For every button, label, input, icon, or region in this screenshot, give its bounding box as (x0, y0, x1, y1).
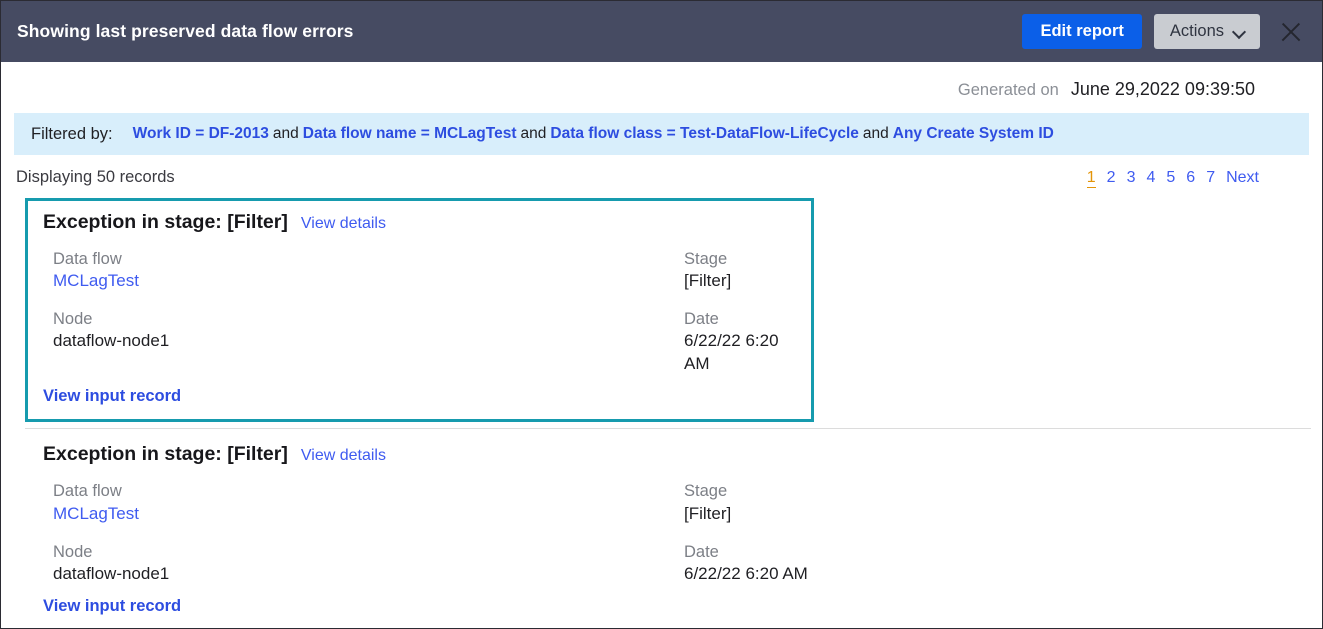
pagination-next[interactable]: Next (1226, 169, 1259, 187)
filter-separator: and (862, 125, 889, 142)
view-input-record-link[interactable]: View input record (43, 387, 181, 405)
filter-terms: Work ID = DF-2013 and Data flow name = MCL… (133, 125, 1054, 143)
data-flow-value-link[interactable]: MCLagTest (53, 504, 139, 523)
stage-value: [Filter] (684, 503, 732, 523)
error-card-footer: View input record (41, 597, 1291, 616)
field-node: Node dataflow-node1 (41, 541, 672, 586)
error-card-title: Exception in stage: [Filter] (43, 211, 288, 233)
error-card-header: Exception in stage: [Filter] View detail… (41, 211, 791, 234)
view-input-record-link[interactable]: View input record (43, 597, 181, 615)
window-header: Showing last preserved data flow errors … (1, 1, 1322, 62)
edit-report-button[interactable]: Edit report (1022, 13, 1142, 50)
field-date: Date 6/22/22 6:20 AM (672, 541, 1291, 586)
field-label: Date (684, 310, 719, 329)
records-count: Displaying 50 records (16, 168, 175, 186)
page-title: Showing last preserved data flow errors (17, 21, 354, 41)
pagination-page-4[interactable]: 4 (1146, 169, 1155, 187)
pagination-page-2[interactable]: 2 (1107, 169, 1116, 187)
field-stage: Stage [Filter] (672, 480, 1291, 525)
pagination-page-1[interactable]: 1 (1086, 169, 1096, 188)
pagination-page-3[interactable]: 3 (1127, 169, 1136, 187)
error-card[interactable]: Exception in stage: [Filter] View detail… (25, 428, 1311, 628)
pagination-page-6[interactable]: 6 (1186, 169, 1195, 187)
error-card-right-column: Stage [Filter] Date 6/22/22 6:20 AM (672, 248, 791, 376)
date-value: 6/22/22 6:20 AM (684, 331, 779, 374)
error-card-body: Data flow MCLagTest Node dataflow-node1 … (41, 480, 1291, 585)
field-label: Stage (684, 250, 728, 268)
field-label: Date (684, 542, 719, 561)
node-value: dataflow-node1 (53, 331, 170, 351)
node-value: dataflow-node1 (53, 563, 170, 583)
report-window: Showing last preserved data flow errors … (0, 0, 1323, 629)
error-card-title: Exception in stage: [Filter] (43, 443, 288, 466)
field-node: Node dataflow-node1 (41, 308, 672, 353)
generated-on-value: June 29,2022 09:39:50 (1070, 79, 1255, 99)
pagination: 1 2 3 4 5 6 7 Next (1086, 169, 1259, 188)
close-icon[interactable] (1276, 17, 1306, 47)
filter-term-work-id[interactable]: Work ID = DF-2013 (133, 125, 269, 142)
filter-term-data-flow-name[interactable]: Data flow name = MCLagTest (303, 125, 517, 142)
field-label: Stage (684, 482, 728, 501)
filtered-by-label: Filtered by: (31, 124, 113, 143)
chevron-down-icon (1233, 27, 1246, 35)
stage-value: [Filter] (684, 271, 732, 291)
pagination-page-7[interactable]: 7 (1206, 169, 1215, 187)
actions-button[interactable]: Actions (1153, 13, 1260, 50)
filter-separator: and (272, 125, 299, 142)
error-card-footer: View input record (41, 387, 791, 406)
pagination-page-5[interactable]: 5 (1166, 169, 1175, 187)
view-details-link[interactable]: View details (301, 215, 386, 233)
filter-term-create-system-id[interactable]: Any Create System ID (893, 125, 1054, 142)
field-data-flow: Data flow MCLagTest (41, 248, 672, 293)
error-card-selected[interactable]: Exception in stage: [Filter] View detail… (25, 198, 814, 423)
actions-button-label: Actions (1169, 21, 1224, 40)
field-label: Node (53, 542, 93, 561)
view-details-link[interactable]: View details (301, 447, 386, 465)
error-card-left-column: Data flow MCLagTest Node dataflow-node1 (41, 248, 672, 376)
date-value: 6/22/22 6:20 AM (684, 563, 808, 583)
results-summary-row: Displaying 50 records 1 2 3 4 5 6 7 Next (1, 155, 1322, 188)
generated-on-label: Generated on (957, 81, 1059, 99)
field-stage: Stage [Filter] (672, 248, 791, 293)
error-list: Exception in stage: [Filter] View detail… (1, 188, 1322, 628)
field-label: Data flow (53, 482, 122, 501)
error-card-body: Data flow MCLagTest Node dataflow-node1 … (41, 248, 791, 376)
data-flow-value-link[interactable]: MCLagTest (53, 271, 139, 290)
field-data-flow: Data flow MCLagTest (41, 480, 672, 525)
filter-term-data-flow-class[interactable]: Data flow class = Test-DataFlow-LifeCycl… (550, 125, 859, 142)
field-date: Date 6/22/22 6:20 AM (672, 308, 791, 376)
filter-separator: and (520, 125, 547, 142)
field-label: Node (53, 310, 93, 329)
error-card-header: Exception in stage: [Filter] View detail… (41, 443, 1291, 466)
error-card-right-column: Stage [Filter] Date 6/22/22 6:20 AM (672, 480, 1291, 585)
error-card-left-column: Data flow MCLagTest Node dataflow-node1 (41, 480, 672, 585)
generated-on-row: Generated on June 29,2022 09:39:50 (1, 62, 1322, 100)
header-actions: Edit report Actions (1022, 13, 1308, 50)
field-label: Data flow (53, 250, 122, 268)
filter-bar: Filtered by: Work ID = DF-2013 and Data fl… (14, 113, 1309, 155)
